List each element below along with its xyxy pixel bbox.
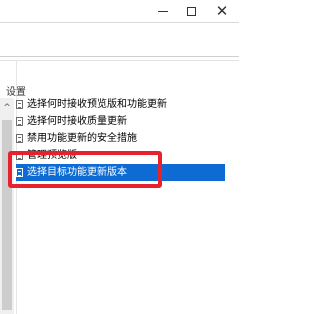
list-item-disable-safeguards[interactable]: 禁用功能更新的安全措施 (16, 130, 239, 147)
vertical-scrollbar[interactable]: ^ (0, 98, 14, 314)
scroll-up-icon[interactable]: ^ (0, 102, 14, 114)
list-item-label: 选择何时接收预览版和功能更新 (27, 99, 167, 110)
toolbar-divider (0, 56, 239, 57)
policy-setting-icon (16, 100, 23, 109)
scroll-thumb[interactable] (2, 120, 12, 310)
highlight-box (8, 151, 162, 188)
minimize-icon (158, 10, 168, 12)
list-item-quality-updates[interactable]: 选择何时接收质量更新 (16, 113, 239, 130)
close-icon: ✕ (215, 1, 229, 20)
maximize-icon (186, 6, 196, 16)
policy-setting-icon (16, 117, 23, 126)
header-divider (0, 60, 239, 61)
policy-setting-icon (16, 134, 23, 143)
toolbar-area (0, 23, 239, 56)
list-item-preview-feature-updates[interactable]: 选择何时接收预览版和功能更新 (16, 96, 239, 113)
close-button[interactable]: ✕ (207, 0, 237, 22)
list-item-label: 选择何时接收质量更新 (27, 116, 127, 127)
list-item-label: 禁用功能更新的安全措施 (27, 133, 137, 144)
maximize-button[interactable] (176, 0, 206, 22)
minimize-button[interactable] (148, 0, 178, 22)
title-bar: ✕ (0, 0, 239, 22)
